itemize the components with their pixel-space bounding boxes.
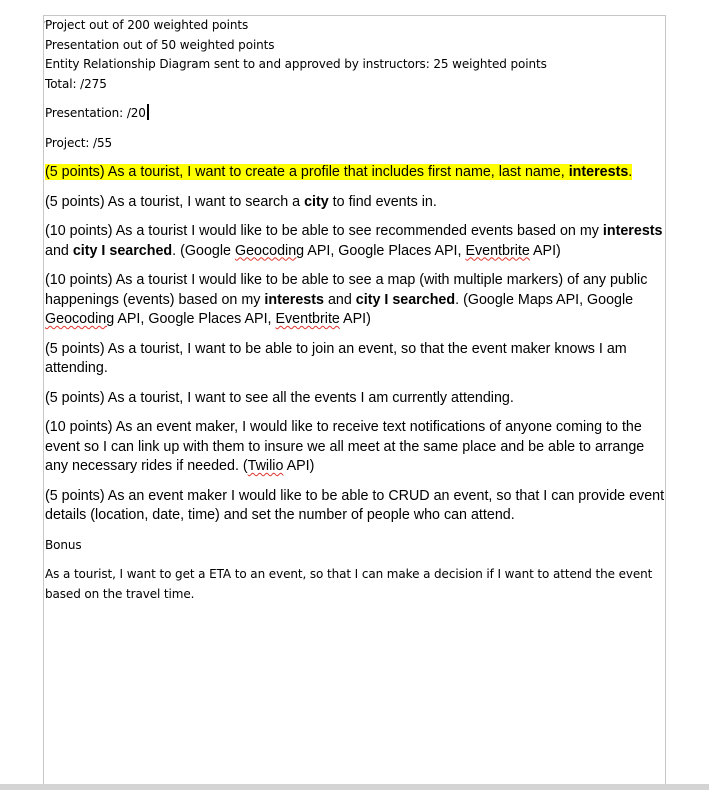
scores-block: Project out of 200 weighted points Prese… — [45, 16, 671, 94]
story-text: (10 points) As an event maker, I would l… — [45, 419, 645, 474]
story-text: and — [323, 291, 356, 308]
story-text: and — [45, 242, 73, 259]
story-keyword: city — [304, 193, 329, 210]
user-story-6: (5 points) As a tourist, I want to see a… — [45, 389, 514, 406]
horizontal-scrollbar[interactable] — [0, 784, 709, 790]
presentation-score-text: Presentation: /20 — [45, 106, 146, 120]
project-score: Project: /55 — [45, 135, 113, 150]
score-line: Presentation out of 50 weighted points — [45, 37, 275, 52]
story-text: API) — [529, 242, 561, 259]
spellcheck-word: Geocoding — [45, 311, 115, 327]
story-text: API, Google Places API, — [114, 311, 276, 327]
story-keyword: interests — [602, 223, 663, 239]
story-text: . (Google — [172, 242, 235, 259]
document-body[interactable]: Project out of 200 weighted points Prese… — [45, 16, 671, 604]
story-text: API, Google Places API, — [304, 242, 466, 259]
score-line: Project out of 200 weighted points — [45, 18, 249, 32]
user-story-5: (5 points) As a tourist, I want to be ab… — [45, 340, 627, 377]
spellcheck-word: Geocoding — [234, 242, 305, 259]
spellcheck-word: Eventbrite — [275, 311, 340, 327]
story-keyword: interests — [568, 164, 629, 180]
story-text: API) — [339, 311, 371, 327]
score-line: Entity Relationship Diagram sent to and … — [45, 57, 547, 71]
text-cursor — [146, 104, 149, 120]
story-text: (5 points) As a tourist, I want to searc… — [45, 193, 305, 210]
spellcheck-word: Twilio — [247, 458, 284, 474]
story-text: to find events in. — [328, 193, 437, 210]
story-text: API) — [283, 458, 315, 474]
user-story-2: (5 points) As a tourist, I want to searc… — [45, 193, 671, 213]
user-story-1: (5 points) As a tourist, I want to creat… — [45, 163, 671, 183]
presentation-score: Presentation: /20 — [45, 104, 671, 124]
story-text: (5 points) As a tourist, I want to creat… — [45, 164, 565, 180]
user-story-3: (10 points) As a tourist I would like to… — [45, 222, 671, 261]
bonus-story: As a tourist, I want to get a ETA to an … — [45, 567, 653, 601]
story-text: . (Google Maps API, Google — [455, 291, 634, 308]
user-story-4: (10 points) As a tourist I would like to… — [45, 271, 671, 330]
story-text: . — [628, 164, 633, 180]
story-text: (10 points) As a tourist I would like to… — [45, 223, 603, 239]
total-line: Total: /275 — [45, 76, 107, 91]
document-page[interactable]: ⌐ Project out of 200 weighted points Pre… — [43, 15, 666, 790]
story-keyword: interests — [264, 291, 324, 308]
user-story-7: (10 points) As an event maker, I would l… — [45, 418, 671, 477]
story-keyword: city I searched — [72, 242, 173, 259]
bonus-heading: Bonus — [45, 537, 82, 552]
user-story-8: (5 points) As an event maker I would lik… — [45, 487, 665, 524]
story-keyword: city I searched — [355, 291, 456, 308]
spellcheck-word: Eventbrite — [465, 242, 530, 259]
